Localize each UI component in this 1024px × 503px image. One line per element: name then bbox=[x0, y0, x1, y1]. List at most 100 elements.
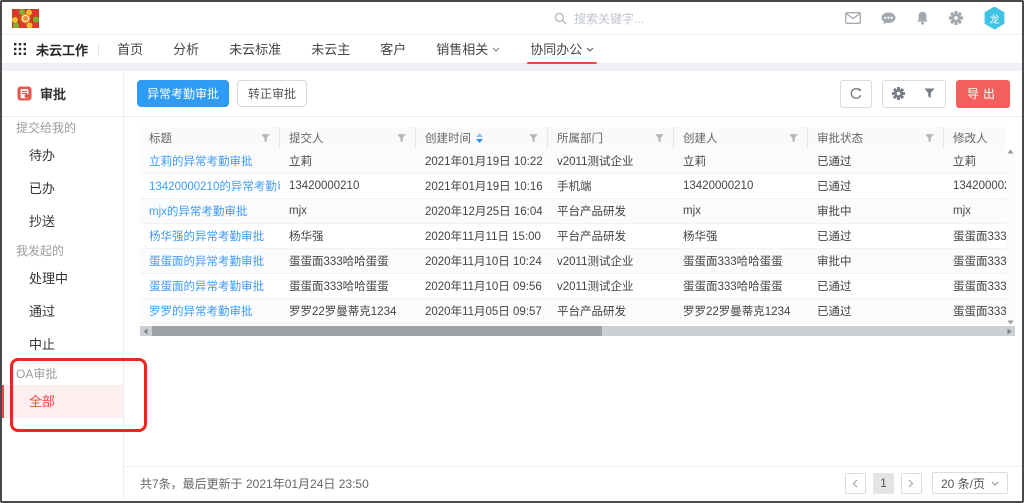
filter-icon[interactable] bbox=[789, 134, 798, 143]
sidebar-item-done[interactable]: 已办 bbox=[2, 172, 123, 205]
cell-creator: 立莉 bbox=[674, 149, 808, 173]
chevron-left-icon bbox=[852, 479, 858, 488]
cell-created-time: 2020年11月05日 09:57 bbox=[416, 299, 548, 323]
search-input[interactable] bbox=[574, 12, 694, 26]
table-row[interactable]: 罗罗的异常考勤审批 罗罗22罗曼蒂克1234 2020年11月05日 09:57… bbox=[140, 299, 1006, 324]
sidebar-item-cc[interactable]: 抄送 bbox=[2, 205, 123, 238]
filter-button[interactable] bbox=[914, 81, 945, 107]
sidebar-item-processing[interactable]: 处理中 bbox=[2, 262, 123, 295]
search-icon bbox=[554, 12, 567, 25]
gear-icon[interactable] bbox=[949, 11, 963, 25]
cell-status: 已通过 bbox=[808, 299, 944, 323]
sidebar-title: 审批 bbox=[40, 84, 66, 103]
cell-created-time: 2021年01月19日 10:16 bbox=[416, 174, 548, 198]
row-title-link[interactable]: mjx的异常考勤审批 bbox=[140, 199, 280, 223]
footer-bar: 共7条，最后更新于 2021年01月24日 23:50 1 20 条/页 bbox=[124, 466, 1022, 499]
nav-item-weiyun-standard[interactable]: 未云标准 bbox=[229, 35, 281, 64]
col-header-submitter[interactable]: 提交人 bbox=[280, 127, 416, 149]
page-size-select[interactable]: 20 条/页 bbox=[932, 472, 1008, 494]
mail-icon[interactable] bbox=[845, 12, 861, 24]
scrollbar-thumb[interactable] bbox=[152, 326, 602, 336]
cell-created-time: 2020年11月10日 10:24 bbox=[416, 249, 548, 273]
nav-item-collaboration[interactable]: 协同办公 bbox=[530, 35, 594, 64]
scroll-up-icon[interactable] bbox=[1007, 149, 1014, 154]
col-header-approval-status[interactable]: 审批状态 bbox=[808, 127, 944, 149]
filter-icon[interactable] bbox=[655, 134, 664, 143]
nav-divider: | bbox=[97, 42, 100, 56]
cell-creator: 蛋蛋面333哈哈蛋蛋 bbox=[674, 274, 808, 298]
filter-icon[interactable] bbox=[925, 134, 934, 143]
cell-created-time: 2020年11月11日 15:00 bbox=[416, 224, 548, 248]
export-button[interactable]: 导出 bbox=[956, 80, 1010, 108]
cell-created-time: 2020年12月25日 16:04 bbox=[416, 199, 548, 223]
table-row[interactable]: 蛋蛋面的异常考勤审批 蛋蛋面333哈哈蛋蛋 2020年11月10日 10:24 … bbox=[140, 249, 1006, 274]
sidebar-section-initiated-by-me: 我发起的 bbox=[2, 240, 123, 262]
toolbar-actions: 导出 bbox=[840, 80, 1010, 108]
vertical-scrollbar[interactable] bbox=[1006, 149, 1015, 325]
sidebar-item-oa-all[interactable]: 全部 bbox=[2, 385, 123, 418]
top-icon-group: 龙 bbox=[845, 7, 1012, 30]
workspace-name[interactable]: 未云工作 bbox=[36, 40, 88, 59]
scroll-down-icon[interactable] bbox=[1007, 320, 1014, 325]
cell-creator: 蛋蛋面333哈哈蛋蛋 bbox=[674, 249, 808, 273]
cell-modifier: 蛋蛋面333哈哈蛋蛋 bbox=[944, 299, 1006, 323]
tab-abnormal-attendance[interactable]: 异常考勤审批 bbox=[137, 80, 229, 107]
nav-item-customer[interactable]: 客户 bbox=[380, 35, 406, 64]
gear-icon bbox=[892, 87, 905, 100]
table-row[interactable]: 蛋蛋面的异常考勤审批 蛋蛋面333哈哈蛋蛋 2020年11月10日 09:56 … bbox=[140, 274, 1006, 299]
sidebar-section-oa-approval: OA审批 bbox=[2, 363, 123, 385]
table-row[interactable]: 13420000210的异常考勤审批 13420000210 2021年01月1… bbox=[140, 174, 1006, 199]
chat-icon[interactable] bbox=[881, 12, 896, 25]
filter-icon[interactable] bbox=[397, 134, 406, 143]
nav-item-analysis[interactable]: 分析 bbox=[173, 35, 199, 64]
col-header-created-time[interactable]: 创建时间 bbox=[416, 127, 548, 149]
column-settings-button[interactable] bbox=[883, 81, 914, 107]
next-page-button[interactable] bbox=[901, 473, 922, 494]
filter-icon[interactable] bbox=[529, 134, 538, 143]
sidebar-item-todo[interactable]: 待办 bbox=[2, 139, 123, 172]
global-search[interactable] bbox=[554, 2, 694, 35]
tab-regularization[interactable]: 转正审批 bbox=[237, 80, 307, 107]
cell-creator: mjx bbox=[674, 199, 808, 223]
scroll-left-icon[interactable] bbox=[140, 326, 151, 336]
pagination: 1 20 条/页 bbox=[845, 472, 1008, 494]
cell-department: v2011测试企业 bbox=[548, 149, 674, 173]
col-header-title[interactable]: 标题 bbox=[140, 127, 280, 149]
cell-modifier: 立莉 bbox=[944, 149, 1006, 173]
row-title-link[interactable]: 13420000210的异常考勤审批 bbox=[140, 174, 280, 198]
row-title-link[interactable]: 杨华强的异常考勤审批 bbox=[140, 224, 280, 248]
bell-icon[interactable] bbox=[916, 11, 929, 25]
table-row[interactable]: 立莉的异常考勤审批 立莉 2021年01月19日 10:22 v2011测试企业… bbox=[140, 149, 1006, 174]
nav-item-home[interactable]: 首页 bbox=[117, 35, 143, 64]
table-zone: 标题 提交人 创建时间 所属部门 创建人 审批状态 bbox=[124, 117, 1022, 466]
cell-status: 已通过 bbox=[808, 174, 944, 198]
col-header-department[interactable]: 所属部门 bbox=[548, 127, 674, 149]
chevron-right-icon bbox=[908, 479, 914, 488]
filter-icon[interactable] bbox=[261, 134, 270, 143]
refresh-button[interactable] bbox=[840, 80, 872, 108]
cell-submitter: 13420000210 bbox=[280, 174, 416, 198]
nav-item-sales[interactable]: 销售相关 bbox=[436, 35, 500, 64]
current-page[interactable]: 1 bbox=[873, 473, 894, 494]
scroll-right-icon[interactable] bbox=[1004, 326, 1015, 336]
avatar[interactable]: 龙 bbox=[983, 7, 1006, 30]
sidebar-section-submitted-to-me: 提交给我的 bbox=[2, 117, 123, 139]
table-row[interactable]: 杨华强的异常考勤审批 杨华强 2020年11月11日 15:00 平台产品研发 … bbox=[140, 224, 1006, 249]
cell-created-time: 2021年01月19日 10:22 bbox=[416, 149, 548, 173]
col-header-creator[interactable]: 创建人 bbox=[674, 127, 808, 149]
sort-icon[interactable] bbox=[476, 133, 483, 143]
apps-grid-icon[interactable] bbox=[14, 43, 26, 55]
record-summary: 共7条，最后更新于 2021年01月24日 23:50 bbox=[140, 475, 369, 492]
sidebar-item-terminated[interactable]: 中止 bbox=[2, 328, 123, 361]
sidebar-item-passed[interactable]: 通过 bbox=[2, 295, 123, 328]
horizontal-scrollbar[interactable] bbox=[140, 326, 1015, 336]
row-title-link[interactable]: 蛋蛋面的异常考勤审批 bbox=[140, 274, 280, 298]
col-header-modifier[interactable]: 修改人 bbox=[944, 127, 1006, 149]
prev-page-button[interactable] bbox=[845, 473, 866, 494]
content-area: 审批 提交给我的 待办 已办 抄送 我发起的 处理中 通过 中止 OA审批 全部… bbox=[2, 71, 1022, 499]
table-row[interactable]: mjx的异常考勤审批 mjx 2020年12月25日 16:04 平台产品研发 … bbox=[140, 199, 1006, 224]
nav-item-weiyun-main[interactable]: 未云主 bbox=[311, 35, 350, 64]
row-title-link[interactable]: 罗罗的异常考勤审批 bbox=[140, 299, 280, 323]
row-title-link[interactable]: 蛋蛋面的异常考勤审批 bbox=[140, 249, 280, 273]
row-title-link[interactable]: 立莉的异常考勤审批 bbox=[140, 149, 280, 173]
